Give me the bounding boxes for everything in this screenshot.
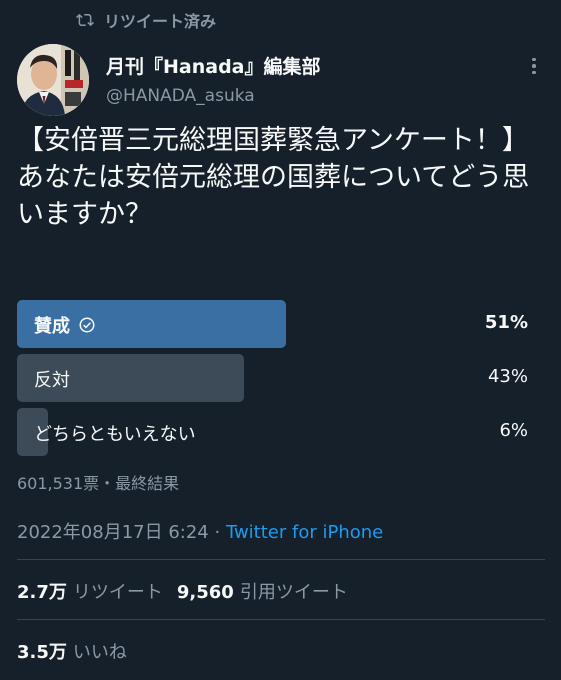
- avatar[interactable]: [17, 44, 89, 116]
- quotes-count: 9,560: [176, 582, 234, 603]
- poll-option: 反対 43%: [17, 354, 545, 402]
- retweet-indicator-label: リツイート済み: [104, 12, 217, 31]
- poll-option-percent: 6%: [499, 420, 528, 441]
- poll-meta: 601,531票・最終結果: [17, 474, 180, 493]
- check-circle-icon: [79, 317, 95, 333]
- poll-option-label: 賛成: [34, 316, 70, 337]
- tweet-text: 【安倍晋三元総理国葬緊急アンケート！】 あなたは安倍元総理の国葬についてどう思い…: [17, 125, 530, 230]
- more-options-icon[interactable]: [522, 54, 546, 78]
- author-handle[interactable]: @HANADA_asuka: [106, 86, 255, 106]
- quotes-link[interactable]: 9,560 引用ツイート: [177, 582, 348, 603]
- divider: [17, 559, 545, 560]
- timestamp-separator: ·: [208, 522, 226, 543]
- author-name[interactable]: 月刊『Hanada』編集部: [106, 52, 321, 79]
- poll-option-label: どちらともいえない: [34, 424, 196, 445]
- poll-option: どちらともいえない 6%: [17, 408, 545, 456]
- poll: 賛成 51% 反対 43% どちらともいえない 6%: [17, 300, 545, 462]
- likes-count: 3.5万: [17, 642, 67, 663]
- retweets-count: 2.7万: [17, 582, 67, 603]
- retweets-label: リツイート: [72, 582, 163, 603]
- retweet-icon: [76, 13, 94, 27]
- poll-option-percent: 43%: [487, 366, 528, 387]
- tweet-source-link[interactable]: Twitter for iPhone: [226, 522, 383, 543]
- poll-option-label: 反対: [34, 370, 70, 391]
- likes-label: いいね: [72, 642, 127, 663]
- quotes-label: 引用ツイート: [239, 582, 348, 603]
- like-stats: 3.5万 いいね: [17, 638, 127, 664]
- poll-option-percent: 51%: [484, 312, 528, 333]
- likes-link[interactable]: 3.5万 いいね: [17, 642, 127, 663]
- poll-option: 賛成 51%: [17, 300, 545, 348]
- divider: [17, 619, 545, 620]
- tweet-timestamp: 2022年08月17日 6:24 · Twitter for iPhone: [17, 518, 383, 544]
- retweet-indicator: リツイート済み: [76, 8, 216, 32]
- tweet-date[interactable]: 2022年08月17日 6:24: [17, 522, 209, 543]
- retweets-link[interactable]: 2.7万 リツイート: [17, 582, 163, 603]
- retweet-stats: 2.7万 リツイート 9,560 引用ツイート: [17, 578, 348, 604]
- avatar-image: [17, 44, 89, 116]
